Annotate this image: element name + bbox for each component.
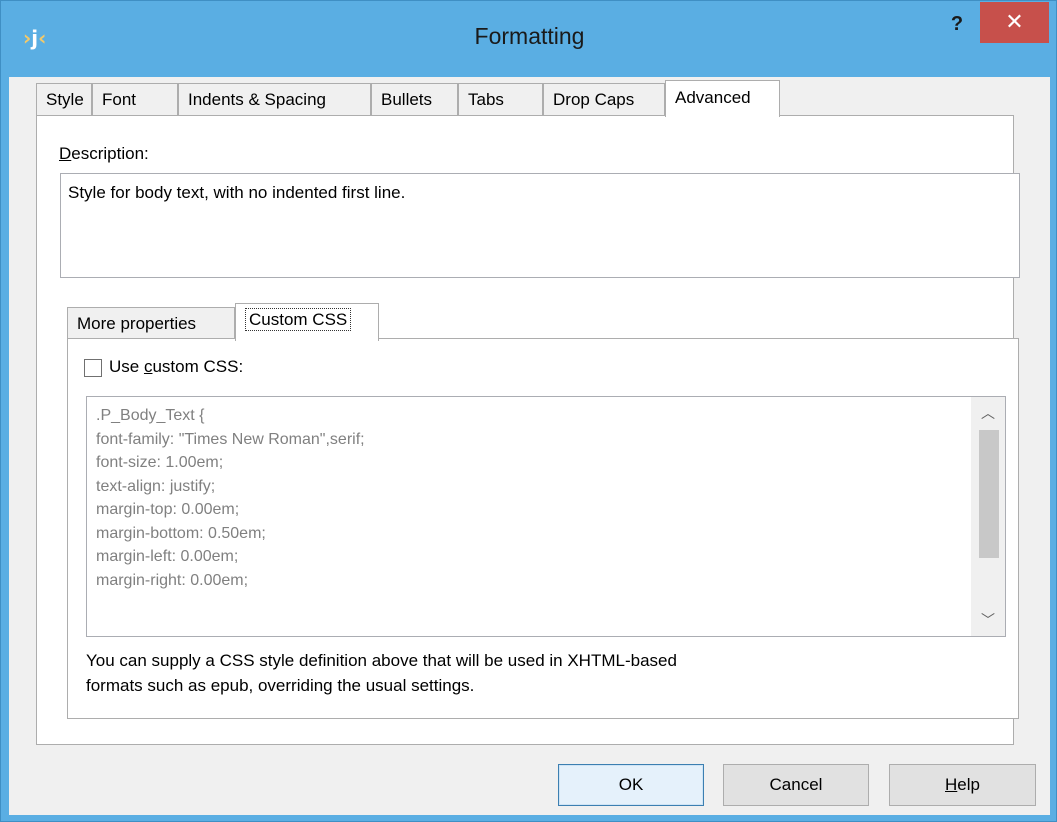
vertical-scrollbar[interactable]: ︿ ﹀ (971, 397, 1005, 636)
ok-button[interactable]: OK (558, 764, 704, 806)
tab-indents-spacing[interactable]: Indents & Spacing (178, 83, 371, 116)
css-code-text: .P_Body_Text { font-family: "Times New Ro… (96, 404, 966, 592)
custom-css-note: You can supply a CSS style definition ab… (86, 649, 966, 698)
tab-advanced[interactable]: Advanced (665, 80, 780, 117)
close-button[interactable]: ✕ (980, 2, 1049, 43)
use-custom-css-checkbox[interactable] (84, 359, 102, 377)
custom-css-panel: Use custom CSS: .P_Body_Text { font-famil… (67, 338, 1019, 719)
css-line: margin-left: 0.00em; (96, 548, 239, 565)
css-line: .P_Body_Text { (96, 407, 205, 424)
scroll-thumb[interactable] (979, 430, 999, 558)
tab-bullets[interactable]: Bullets (371, 83, 458, 116)
help-button[interactable]: Help (889, 764, 1036, 806)
scroll-up-icon[interactable]: ︿ (971, 399, 1005, 427)
tab-more-properties[interactable]: More properties (67, 307, 235, 340)
tab-style[interactable]: Style (36, 83, 92, 116)
window-title: Formatting (474, 23, 585, 49)
css-line: font-family: "Times New Roman",serif; (96, 430, 365, 448)
css-line: font-size: 1.00em; (96, 454, 224, 471)
title-bar: ›j‹ Formatting ? ✕ (1, 1, 1057, 77)
note-line: You can supply a CSS style definition ab… (86, 651, 677, 670)
tab-font[interactable]: Font (92, 83, 178, 116)
tab-tabs[interactable]: Tabs (458, 83, 543, 116)
scroll-down-icon[interactable]: ﹀ (971, 606, 1005, 634)
advanced-panel: Description: Style for body text, with n… (36, 115, 1020, 745)
use-custom-css-label[interactable]: Use custom CSS: (109, 357, 243, 377)
css-line: margin-top: 0.00em; (96, 501, 240, 518)
help-icon[interactable]: ? (945, 13, 969, 43)
dialog-client-area: Style Font Indents & Spacing Bullets Tab… (9, 77, 1050, 815)
description-label: Description: (59, 144, 149, 163)
css-line: margin-right: 0.00em; (96, 571, 249, 589)
note-line: formats such as epub, overriding the usu… (86, 675, 475, 695)
custom-css-textarea[interactable]: .P_Body_Text { font-family: "Times New Ro… (86, 396, 1006, 637)
formatting-dialog: ›j‹ Formatting ? ✕ Style Font Indents & … (0, 0, 1057, 822)
description-field[interactable]: Style for body text, with no indented fi… (60, 173, 1020, 278)
tab-custom-css[interactable]: Custom CSS (235, 303, 379, 341)
tab-drop-caps[interactable]: Drop Caps (543, 83, 665, 116)
cancel-button[interactable]: Cancel (723, 764, 869, 806)
css-line: text-align: justify; (96, 477, 216, 495)
css-line: margin-bottom: 0.50em; (96, 524, 266, 542)
